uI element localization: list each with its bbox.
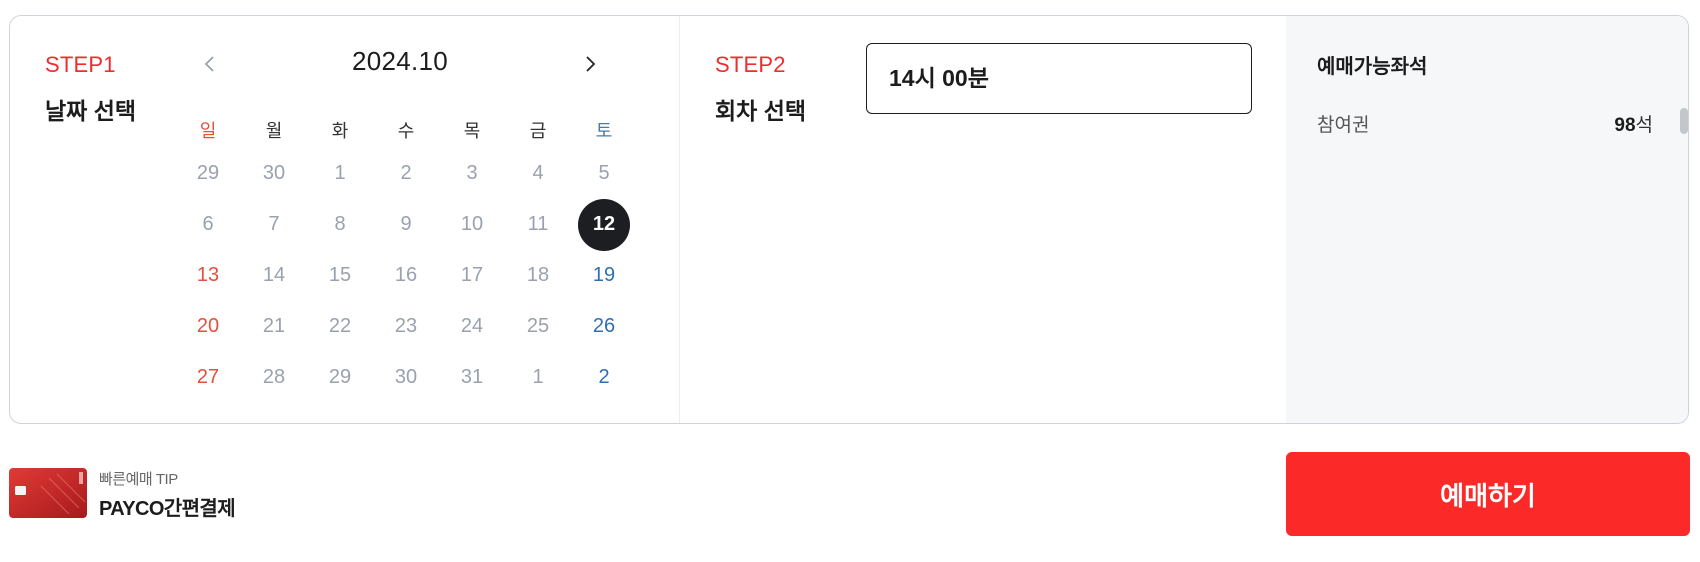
calendar-week: 6 7 8 9 10 11 12 xyxy=(175,198,637,251)
step2-title: 회차 선택 xyxy=(715,98,807,124)
calendar-week: 27 28 29 30 31 1 2 xyxy=(175,352,637,403)
step1-label: STEP1 xyxy=(45,52,116,77)
calendar-day: 14 xyxy=(262,264,286,286)
seat-grade-count: 98석 xyxy=(1614,110,1653,137)
calendar-day: 30 xyxy=(394,366,418,388)
selected-day-label: 12 xyxy=(578,198,630,251)
calendar-grid: 일 월 화 수 목 금 토 29 30 1 2 3 4 5 6 7 8 9 10… xyxy=(175,114,637,403)
available-seats-panel: 예매가능좌석 참여권 98석 xyxy=(1286,16,1688,423)
time-selection-panel: STEP2 회차 선택 14시 00분 xyxy=(680,16,1286,423)
weekday-mon: 월 xyxy=(265,121,283,141)
calendar-week: 13 14 15 16 17 18 19 xyxy=(175,250,637,301)
chevron-right-icon xyxy=(586,56,596,72)
chevron-left-icon xyxy=(204,56,214,72)
time-slot-option[interactable]: 14시 00분 xyxy=(866,43,1252,114)
seat-count-value: 98 xyxy=(1614,115,1636,136)
calendar-day: 15 xyxy=(328,264,352,286)
calendar-day: 10 xyxy=(460,213,484,235)
seat-grade-row: 참여권 98석 xyxy=(1317,108,1653,138)
calendar-day: 31 xyxy=(460,366,484,388)
weekday-tue: 화 xyxy=(331,121,349,141)
calendar-day: 24 xyxy=(460,315,484,337)
step1-title: 날짜 선택 xyxy=(45,98,137,124)
calendar-day-selected[interactable]: 12 xyxy=(571,198,637,251)
calendar-day: 25 xyxy=(526,315,550,337)
calendar-day-available[interactable]: 2 xyxy=(571,352,637,403)
weekday-fri: 금 xyxy=(529,121,547,141)
seat-count-unit: 석 xyxy=(1635,115,1653,136)
tip-label: 빠른예매 TIP xyxy=(99,471,178,488)
calendar-day: 29 xyxy=(196,162,220,184)
weekday-header: 일 월 화 수 목 금 토 xyxy=(175,114,637,148)
calendar-day: 23 xyxy=(394,315,418,337)
calendar-day: 1 xyxy=(334,162,346,184)
calendar-day: 2 xyxy=(400,162,412,184)
tip-text: PAYCO간편결제 xyxy=(99,498,236,520)
calendar-day-available[interactable]: 13 xyxy=(175,250,241,301)
quick-booking-tip: 빠른예매 TIP PAYCO간편결제 xyxy=(9,468,409,520)
calendar-day: 6 xyxy=(202,213,214,235)
calendar-week: 29 30 1 2 3 4 5 xyxy=(175,148,637,199)
next-month-button[interactable] xyxy=(572,44,608,84)
calendar-day: 11 xyxy=(527,213,549,235)
available-seats-title: 예매가능좌석 xyxy=(1317,56,1428,78)
step2-label: STEP2 xyxy=(715,52,786,77)
calendar-day: 5 xyxy=(598,162,610,184)
calendar-day: 1 xyxy=(532,366,544,388)
month-navigation: 2024.10 xyxy=(190,44,630,84)
calendar-day: 30 xyxy=(262,162,286,184)
calendar-day: 17 xyxy=(460,264,484,286)
calendar-day: 3 xyxy=(466,162,478,184)
weekday-wed: 수 xyxy=(397,121,415,141)
prev-month-button[interactable] xyxy=(192,44,228,84)
calendar-day-available[interactable]: 20 xyxy=(175,301,241,352)
calendar-day: 29 xyxy=(328,366,352,388)
calendar-day: 7 xyxy=(268,213,280,235)
calendar-day: 16 xyxy=(394,264,418,286)
calendar-day: 8 xyxy=(334,213,346,235)
calendar-day: 18 xyxy=(526,264,550,286)
calendar-day: 9 xyxy=(400,213,412,235)
calendar-day: 21 xyxy=(262,315,286,337)
calendar-day: 28 xyxy=(262,366,286,388)
seat-list-scrollbar[interactable] xyxy=(1680,108,1688,134)
weekday-sun: 일 xyxy=(199,121,217,141)
month-title: 2024.10 xyxy=(351,46,449,76)
calendar-day-available[interactable]: 26 xyxy=(571,301,637,352)
seat-grade-name: 참여권 xyxy=(1317,115,1370,136)
credit-card-icon xyxy=(9,468,87,518)
booking-panel: STEP1 날짜 선택 2024.10 일 월 화 수 목 금 토 29 30 … xyxy=(9,15,1689,424)
weekday-sat: 토 xyxy=(595,121,613,141)
book-button[interactable]: 예매하기 xyxy=(1286,452,1690,536)
calendar-day: 4 xyxy=(532,162,544,184)
weekday-thu: 목 xyxy=(463,121,481,141)
calendar-day-available[interactable]: 27 xyxy=(175,352,241,403)
calendar-week: 20 21 22 23 24 25 26 xyxy=(175,301,637,352)
calendar-day-available[interactable]: 19 xyxy=(571,250,637,301)
date-selection-panel: STEP1 날짜 선택 2024.10 일 월 화 수 목 금 토 29 30 … xyxy=(10,16,680,423)
calendar-day: 22 xyxy=(328,315,352,337)
